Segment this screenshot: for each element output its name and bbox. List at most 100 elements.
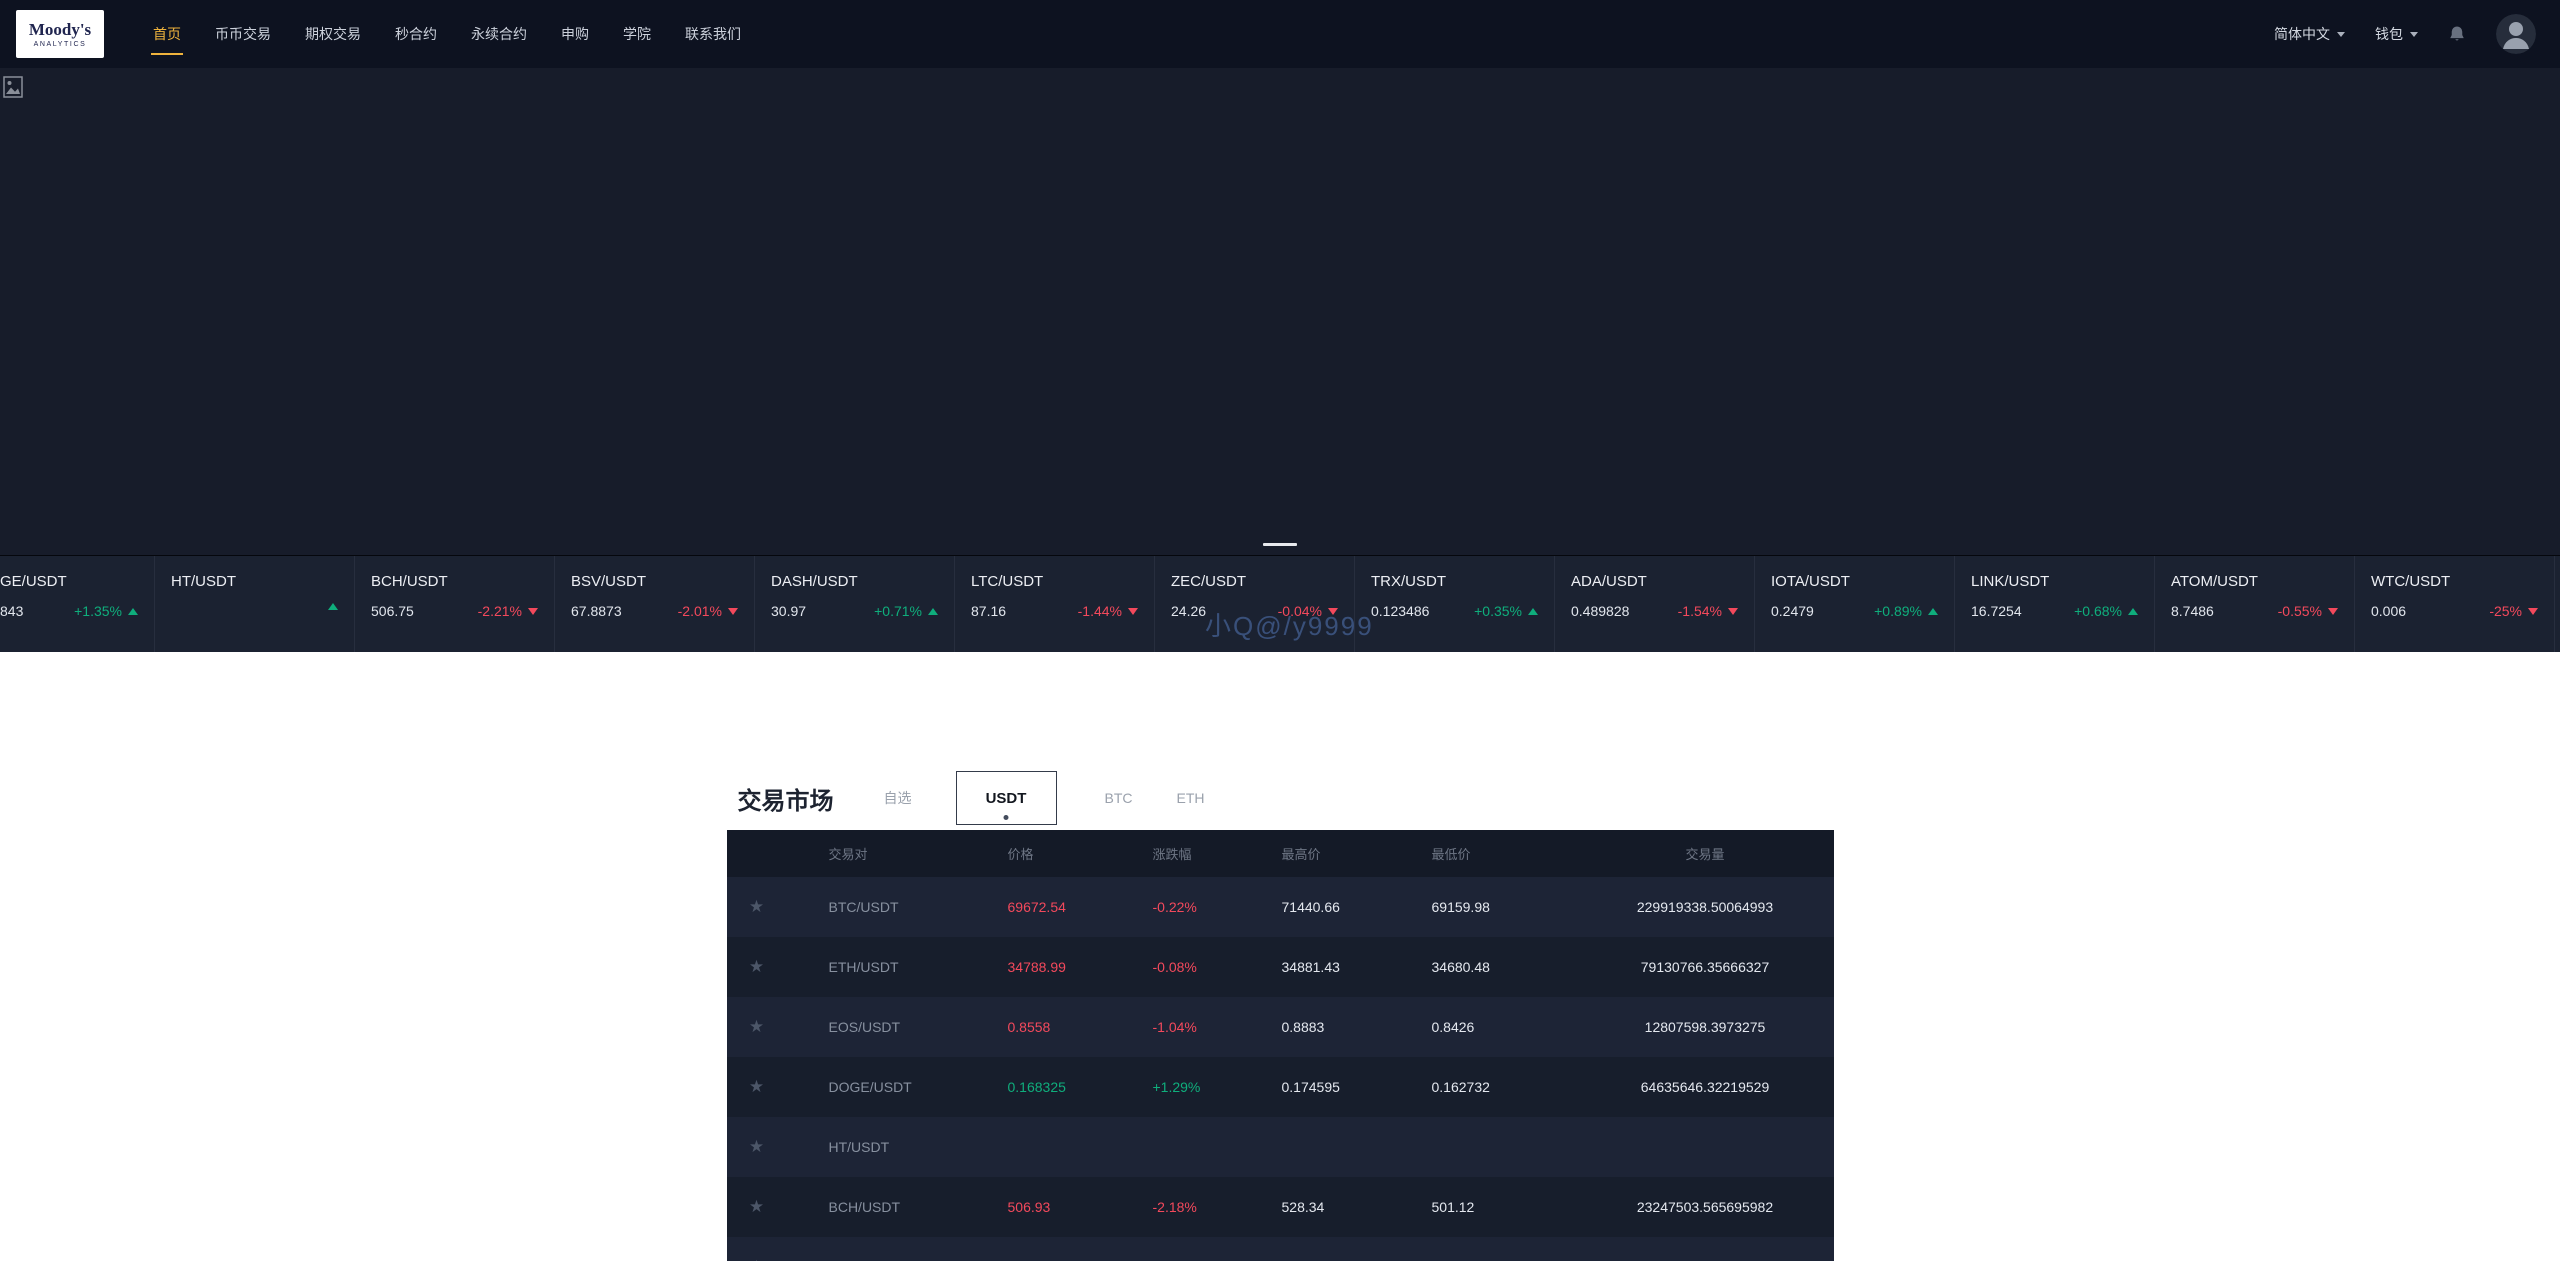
ticker-change: -0.55% (2278, 603, 2338, 619)
market-tab[interactable]: ETH (1177, 790, 1205, 806)
market-tab[interactable]: 自选 (884, 788, 912, 808)
low-cell: 0.162732 (1431, 1079, 1490, 1095)
ticker-pair: ZEC/USDT (1171, 573, 1246, 590)
ticker-card[interactable]: ATOM/USDT 8.7486 -0.55% (2155, 556, 2355, 652)
trend-arrow-icon (728, 607, 738, 615)
table-row[interactable]: ★ BTC/USDT 69672.54 -0.22% 71440.66 6915… (726, 877, 1834, 937)
table-row[interactable]: ★ ETH/USDT 34788.99 -0.08% 34881.43 3468… (726, 937, 1834, 997)
star-icon[interactable]: ★ (727, 1017, 787, 1037)
ticker-card[interactable]: HT/USDT (155, 556, 355, 652)
ticker-price: 67.8873 (571, 603, 622, 619)
table-row[interactable]: ★ EOS/USDT 0.8558 -1.04% 0.8883 0.8426 1… (726, 997, 1834, 1057)
nav-item[interactable]: 期权交易 (288, 0, 378, 68)
nav-item-label: 秒合约 (395, 26, 437, 42)
tab-label: ETH (1176, 790, 1205, 806)
ticker-card[interactable]: GE/USDT 843 +1.35% (0, 556, 155, 652)
trend-arrow-icon (128, 607, 138, 615)
language-label: 简体中文 (2274, 26, 2330, 42)
ticker-price: 0.2479 (1771, 603, 1814, 619)
ticker-card[interactable]: TRX/USDT 0.123486 +0.35% (1355, 556, 1555, 652)
nav-item[interactable]: 秒合约 (378, 0, 454, 68)
ticker-price: 843 (0, 603, 24, 619)
nav-item[interactable]: 币币交易 (198, 0, 288, 68)
table-body: ★ BTC/USDT 69672.54 -0.22% 71440.66 6915… (726, 877, 1834, 1261)
ticker-price: 0.006 (2371, 603, 2407, 619)
ticker-change-text: +0.71% (874, 603, 922, 619)
column-low: 最低价 (1431, 847, 1471, 862)
price-cell: 0.8558 (1007, 1019, 1051, 1035)
low-cell: 0.8426 (1431, 1019, 1475, 1035)
nav-item[interactable]: 联系我们 (668, 0, 758, 68)
logo[interactable]: Moody's ANALYTICS (16, 10, 104, 58)
ticker-card[interactable]: IOTA/USDT 0.2479 +0.89% (1755, 556, 1955, 652)
wallet-menu[interactable]: 钱包 (2375, 24, 2418, 44)
market-tab[interactable]: USDT (955, 771, 1057, 825)
star-icon[interactable]: ★ (727, 1197, 787, 1217)
wallet-label: 钱包 (2375, 26, 2403, 42)
ticker-change-text: +0.89% (1874, 603, 1922, 619)
change-cell: +1.29% (1152, 1079, 1201, 1095)
ticker-card[interactable]: ZEC/USDT 24.26 -0.04% (1155, 556, 1355, 652)
pair-cell: BCH/USDT (828, 1199, 901, 1215)
column-pair: 交易对 (828, 847, 868, 862)
trend-arrow-icon (928, 607, 938, 615)
ticker-card[interactable]: BCH/USDT 506.75 -2.21% (355, 556, 555, 652)
language-selector[interactable]: 简体中文 (2274, 24, 2345, 44)
change-cell: -0.22% (1152, 899, 1197, 915)
volume-cell: 79130766.35666327 (1640, 959, 1770, 975)
ticker-pair: TRX/USDT (1371, 573, 1446, 590)
broken-image-icon (3, 76, 23, 103)
star-icon[interactable]: ★ (727, 897, 787, 917)
ticker-change: -2.01% (678, 603, 738, 619)
trend-arrow-icon (528, 607, 538, 615)
market-table: 交易对 价格 涨跌幅 最高价 最低价 交易量 ★ BTC/USDT 69672.… (726, 830, 1834, 1261)
ticker-price: 8.7486 (2171, 603, 2214, 619)
column-price: 价格 (1007, 847, 1034, 862)
price-cell: 506.93 (1007, 1199, 1051, 1215)
high-cell: 34881.43 (1281, 959, 1340, 975)
nav-item[interactable]: 永续合约 (454, 0, 544, 68)
market-tab[interactable]: BTC (1105, 790, 1133, 806)
pair-cell: EOS/USDT (828, 1019, 901, 1035)
avatar[interactable] (2496, 14, 2536, 54)
change-cell: -2.18% (1152, 1199, 1197, 1215)
ticker-change-text: +0.68% (2074, 603, 2122, 619)
nav-item-label: 永续合约 (471, 26, 527, 42)
table-header: 交易对 价格 涨跌幅 最高价 最低价 交易量 (726, 830, 1834, 877)
nav-item-label: 首页 (153, 26, 181, 42)
high-cell: 0.174595 (1281, 1079, 1340, 1095)
ticker-card[interactable]: WTC/USDT 0.006 -25% (2355, 556, 2555, 652)
chevron-down-icon (2337, 31, 2345, 37)
table-row[interactable]: ★ BCH/USDT 506.93 -2.18% 528.34 501.12 2… (726, 1177, 1834, 1237)
ticker-card[interactable]: LINK/USDT 16.7254 +0.68% (1955, 556, 2155, 652)
ticker-change: +1.35% (74, 603, 138, 619)
volume-cell: 64635646.32219529 (1640, 1079, 1770, 1095)
trend-arrow-icon (1728, 607, 1738, 615)
price-cell: 0.168325 (1007, 1079, 1066, 1095)
carousel-indicator[interactable] (1263, 543, 1297, 546)
volume-cell: 23247503.565695982 (1636, 1199, 1774, 1215)
notification-bell-icon[interactable] (2448, 24, 2466, 44)
nav-right: 简体中文 钱包 (2274, 14, 2544, 54)
ticker-change: -2.21% (478, 603, 538, 619)
nav-item[interactable]: 申购 (544, 0, 606, 68)
star-icon[interactable]: ★ (727, 957, 787, 977)
nav-item[interactable]: 学院 (606, 0, 668, 68)
ticker-card[interactable]: BSV/USDT 67.8873 -2.01% (555, 556, 755, 652)
ticker-change-text: -1.44% (1077, 603, 1122, 619)
ticker-pair: BSV/USDT (571, 573, 647, 590)
nav-item[interactable]: 首页 (136, 0, 198, 68)
star-icon[interactable]: ★ (727, 1257, 787, 1261)
ticker-price: 30.97 (771, 603, 807, 619)
table-row[interactable]: ★ DOGE/USDT 0.168325 +1.29% 0.174595 0.1… (726, 1057, 1834, 1117)
ticker-card[interactable]: ADA/USDT 0.489828 -1.54% (1555, 556, 1755, 652)
star-icon[interactable]: ★ (727, 1077, 787, 1097)
ticker-card[interactable]: LTC/USDT 87.16 -1.44% (955, 556, 1155, 652)
nav-item-label: 申购 (561, 26, 589, 42)
table-row[interactable]: ★ HT/USDT (726, 1117, 1834, 1177)
trend-arrow-icon (1928, 607, 1938, 615)
high-cell: 0.8883 (1281, 1019, 1325, 1035)
table-row[interactable]: ★ BSV/USDT 67.8569 -2.06% 71.0877 66.635… (726, 1237, 1834, 1261)
ticker-card[interactable]: DASH/USDT 30.97 +0.71% (755, 556, 955, 652)
star-icon[interactable]: ★ (727, 1137, 787, 1157)
